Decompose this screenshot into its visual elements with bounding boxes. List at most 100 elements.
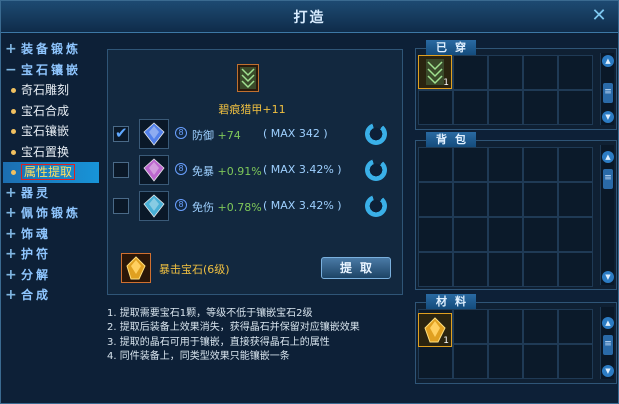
- inventory-cell[interactable]: [488, 90, 523, 125]
- inventory-cell[interactable]: [453, 182, 488, 217]
- extract-button[interactable]: 提取: [321, 257, 391, 279]
- inventory-cell[interactable]: [558, 147, 593, 182]
- inventory-cell[interactable]: [418, 90, 453, 125]
- inventory-cell[interactable]: [523, 252, 558, 287]
- inventory-cell[interactable]: [488, 217, 523, 252]
- title-bar[interactable]: 打造 ✕: [1, 1, 618, 33]
- scroll-down-icon[interactable]: ▼: [602, 111, 614, 123]
- crit-gem-icon: [126, 256, 146, 280]
- nav-category[interactable]: + 佩饰锻炼: [3, 203, 99, 224]
- close-icon[interactable]: ✕: [588, 5, 610, 27]
- gem-slot: [139, 119, 169, 149]
- scroll-up-icon[interactable]: ▲: [602, 317, 614, 329]
- worn-panel: 已穿 ▲ ≡ ▼ 1: [415, 40, 617, 130]
- attribute-checkbox[interactable]: [113, 124, 129, 142]
- inventory-cell[interactable]: [488, 252, 523, 287]
- note-line: 1. 提取需要宝石1颗，等级不低于镶嵌宝石2级: [107, 308, 313, 319]
- attribute-checkbox[interactable]: [113, 162, 129, 178]
- inventory-cell[interactable]: [523, 182, 558, 217]
- nav-category[interactable]: + 分解: [3, 265, 99, 286]
- nav-label: 分解: [21, 267, 52, 282]
- inventory-cell[interactable]: [558, 182, 593, 217]
- inventory-cell[interactable]: [488, 182, 523, 217]
- nav-item[interactable]: 宝石置换: [3, 142, 99, 163]
- swap-icon[interactable]: [365, 195, 387, 217]
- swap-icon[interactable]: [365, 123, 387, 145]
- material-item-slot[interactable]: 1: [418, 313, 452, 347]
- nav-category[interactable]: + 护符: [3, 244, 99, 265]
- attribute-name: 免暴: [192, 165, 214, 178]
- nav-category[interactable]: + 合成: [3, 285, 99, 306]
- inventory-cell[interactable]: [488, 309, 523, 344]
- inventory-cell[interactable]: [418, 252, 453, 287]
- gem-icon: [143, 194, 165, 218]
- bag-scrollbar[interactable]: ▲ ≡ ▼: [600, 145, 614, 285]
- inventory-cell[interactable]: [558, 90, 593, 125]
- inventory-cell[interactable]: [453, 147, 488, 182]
- inventory-cell[interactable]: [488, 344, 523, 379]
- nav-category[interactable]: + 装备锻炼: [3, 39, 99, 60]
- inventory-cell[interactable]: [453, 344, 488, 379]
- scroll-thumb[interactable]: ≡: [603, 169, 613, 189]
- scroll-up-icon[interactable]: ▲: [602, 55, 614, 67]
- sidebar-nav: + 装备锻炼 − 宝石镶嵌 奇石雕刻 宝石合成 宝石镶嵌 宝石置换 属性提取 + 器灵 + 佩饰锻炼 + 饰…: [3, 39, 99, 399]
- expand-icon: −: [5, 61, 20, 78]
- worn-item-slot[interactable]: 1: [418, 55, 452, 89]
- inventory-cell[interactable]: [453, 217, 488, 252]
- inventory-cell[interactable]: [488, 55, 523, 90]
- gem-slot: [139, 155, 169, 185]
- inventory-cell[interactable]: [558, 252, 593, 287]
- attribute-checkbox[interactable]: [113, 198, 129, 214]
- attribute-stat: 免暴 +0.91%: [192, 163, 262, 179]
- inventory-cell[interactable]: [558, 344, 593, 379]
- nav-item[interactable]: 奇石雕刻: [3, 80, 99, 101]
- inventory-cell[interactable]: [523, 147, 558, 182]
- scroll-up-icon[interactable]: ▲: [602, 151, 614, 163]
- attribute-row: 8 防御 +74 ( MAX 342 ): [113, 119, 403, 149]
- nav-item[interactable]: 宝石镶嵌: [3, 121, 99, 142]
- scroll-down-icon[interactable]: ▼: [602, 271, 614, 283]
- nav-category[interactable]: − 宝石镶嵌: [3, 60, 99, 81]
- nav-item-selected[interactable]: 属性提取: [3, 162, 99, 183]
- scroll-thumb[interactable]: ≡: [603, 83, 613, 103]
- scroll-thumb[interactable]: ≡: [603, 335, 613, 355]
- bullet-icon: [11, 129, 16, 134]
- nav-label: 装备锻炼: [21, 42, 82, 56]
- nav-label: 饰魂: [21, 226, 52, 241]
- expand-icon: +: [5, 266, 20, 283]
- expand-icon: +: [5, 205, 20, 221]
- worn-scrollbar[interactable]: ▲ ≡ ▼: [600, 53, 614, 125]
- material-scrollbar[interactable]: ▲ ≡ ▼: [600, 307, 614, 379]
- inventory-cell[interactable]: [488, 147, 523, 182]
- swap-icon[interactable]: [365, 159, 387, 181]
- expand-icon: +: [5, 246, 20, 262]
- inventory-cell[interactable]: [453, 309, 488, 344]
- inventory-cell[interactable]: [558, 55, 593, 90]
- attribute-value: +0.78%: [217, 201, 262, 214]
- nav-category[interactable]: + 器灵: [3, 183, 99, 204]
- inventory-cell[interactable]: [453, 252, 488, 287]
- material-gem-slot[interactable]: [121, 253, 151, 283]
- attribute-value: +74: [217, 129, 241, 142]
- inventory-cell[interactable]: [418, 147, 453, 182]
- bullet-icon: [11, 149, 16, 155]
- inventory-cell[interactable]: [418, 344, 453, 379]
- nav-category[interactable]: + 饰魂: [3, 224, 99, 245]
- inventory-cell[interactable]: [523, 309, 558, 344]
- inventory-cell[interactable]: [418, 182, 453, 217]
- inventory-cell[interactable]: [523, 55, 558, 90]
- scroll-down-icon[interactable]: ▼: [602, 365, 614, 377]
- nav-label: 器灵: [21, 185, 52, 200]
- attribute-row: 8 免暴 +0.91%( MAX 3.42% ): [113, 155, 403, 185]
- equipment-slot[interactable]: [237, 64, 259, 92]
- note-line: 3. 提取的晶石可用于镶嵌，直接获得晶石上的属性: [107, 336, 330, 348]
- inventory-cell[interactable]: [558, 309, 593, 344]
- inventory-cell[interactable]: [523, 344, 558, 379]
- inventory-cell[interactable]: [453, 90, 488, 125]
- inventory-cell[interactable]: [558, 217, 593, 252]
- inventory-cell[interactable]: [453, 55, 488, 90]
- inventory-cell[interactable]: [523, 217, 558, 252]
- inventory-cell[interactable]: [523, 90, 558, 125]
- nav-item[interactable]: 宝石合成: [3, 101, 99, 122]
- inventory-cell[interactable]: [418, 217, 453, 252]
